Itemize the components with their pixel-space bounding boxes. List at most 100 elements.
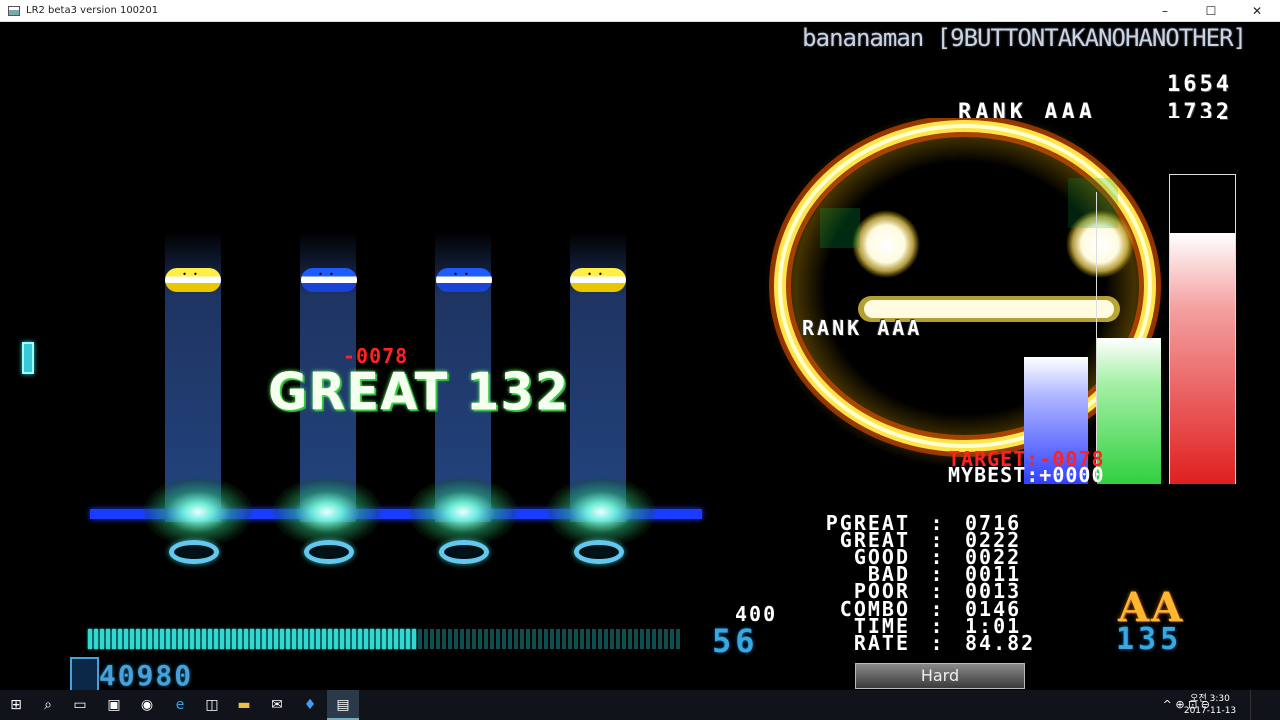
grade-display: AA <box>1118 584 1185 631</box>
gauge-segment <box>496 629 500 649</box>
clock-time: 오전 3:30 <box>1190 694 1230 704</box>
gauge-segment <box>94 629 98 649</box>
gauge-segment <box>370 629 374 649</box>
windows-start-icon[interactable]: ⊞ <box>6 695 26 715</box>
groove-gauge <box>88 629 682 649</box>
gauge-segment <box>502 629 506 649</box>
gauge-segment <box>670 629 674 649</box>
key-flash-4 <box>546 477 656 547</box>
gauge-segment <box>268 629 272 649</box>
gauge-segment <box>382 629 386 649</box>
gauge-segment <box>364 629 368 649</box>
gauge-segment <box>598 629 602 649</box>
gauge-segment <box>298 629 302 649</box>
gauge-segment <box>214 629 218 649</box>
task-view-icon[interactable]: ▭ <box>70 695 90 715</box>
gauge-segment <box>514 629 518 649</box>
gauge-segment <box>172 629 176 649</box>
gauge-segment <box>538 629 542 649</box>
gauge-segment <box>448 629 452 649</box>
gauge-segment <box>310 629 314 649</box>
gauge-segment <box>556 629 560 649</box>
gauge-segment <box>406 629 410 649</box>
mail-icon[interactable]: ✉ <box>267 695 287 715</box>
graph-current-bar <box>1097 338 1161 484</box>
gauge-segment <box>424 629 428 649</box>
store-icon[interactable]: ▣ <box>104 695 124 715</box>
gauge-segment <box>664 629 668 649</box>
gauge-segment <box>532 629 536 649</box>
gauge-segment <box>106 629 110 649</box>
lr2-taskbar-button[interactable]: ▤ <box>327 690 359 720</box>
gauge-segment <box>622 629 626 649</box>
app-icon[interactable]: ◫ <box>202 695 222 715</box>
gauge-segment <box>142 629 146 649</box>
gauge-segment <box>586 629 590 649</box>
window-title: LR2 beta3 version 100201 <box>26 5 159 16</box>
gauge-segment <box>292 629 296 649</box>
chrome-icon[interactable]: ◉ <box>137 695 157 715</box>
twitter-icon[interactable]: ♦ <box>300 695 320 715</box>
song-title: bananaman [9BUTTONTAKANOHANOTHER] <box>802 24 1247 52</box>
gauge-segment <box>550 629 554 649</box>
gauge-segment <box>190 629 194 649</box>
key-flash-2 <box>272 477 382 547</box>
folder-icon[interactable]: ▬ <box>234 695 254 715</box>
ex-score: 0 40980 <box>70 657 194 690</box>
gauge-segment <box>400 629 404 649</box>
judge-combo-text: GREAT 132 <box>268 362 570 423</box>
gauge-segment <box>340 629 344 649</box>
gauge-segment <box>244 629 248 649</box>
gauge-segment <box>610 629 614 649</box>
gauge-segment <box>412 629 416 649</box>
gauge-segment <box>472 629 476 649</box>
minimize-button[interactable]: – <box>1142 0 1188 22</box>
note-lane-2: •• <box>301 268 357 292</box>
lr2-icon: ▤ <box>336 697 350 713</box>
gauge-segment <box>466 629 470 649</box>
gauge-segment <box>592 629 596 649</box>
gauge-segment <box>574 629 578 649</box>
gauge-segment <box>232 629 236 649</box>
show-desktop-button[interactable] <box>1250 690 1280 720</box>
gauge-type-label: Hard <box>855 663 1025 689</box>
edge-icon[interactable]: e <box>170 695 190 715</box>
stat-row: RATE:84.82 <box>853 631 1036 655</box>
app-window-icon <box>8 5 20 16</box>
key-ring-1 <box>169 540 219 564</box>
gauge-segment <box>148 629 152 649</box>
gauge-segment <box>274 629 278 649</box>
mybest-diff: MYBEST:+0000 <box>948 463 1105 487</box>
gauge-segment <box>616 629 620 649</box>
note-lane-1: •• <box>165 268 221 292</box>
gauge-segment <box>136 629 140 649</box>
close-button[interactable]: ✕ <box>1234 0 1280 22</box>
gauge-segment <box>88 629 92 649</box>
game-screen[interactable]: bananaman [9BUTTONTAKANOHANOTHER] 1654 R… <box>0 22 1280 690</box>
gauge-segment <box>208 629 212 649</box>
gauge-segment <box>376 629 380 649</box>
gauge-segment <box>634 629 638 649</box>
gauge-segment <box>100 629 104 649</box>
note-lane-4: •• <box>570 268 626 292</box>
gauge-segment <box>304 629 308 649</box>
gauge-segment <box>394 629 398 649</box>
gauge-segment <box>322 629 326 649</box>
ex-score-value: 40980 <box>98 659 194 690</box>
clock[interactable]: 오전 3:30 2017-11-13 <box>1180 693 1240 717</box>
gauge-segment <box>226 629 230 649</box>
bpm-display: 56 <box>712 622 759 660</box>
window-titlebar: LR2 beta3 version 100201 – ☐ ✕ <box>0 0 1280 22</box>
search-icon[interactable]: ⌕ <box>38 695 58 715</box>
gauge-segment <box>160 629 164 649</box>
gauge-segment <box>484 629 488 649</box>
key-flash-1 <box>143 477 253 547</box>
key-ring-3 <box>439 540 489 564</box>
gauge-segment <box>334 629 338 649</box>
gauge-segment <box>430 629 434 649</box>
top-score-current: 1654 <box>1167 72 1232 97</box>
gauge-segment <box>544 629 548 649</box>
gauge-segment <box>508 629 512 649</box>
maximize-button[interactable]: ☐ <box>1188 0 1234 22</box>
gauge-segment <box>568 629 572 649</box>
